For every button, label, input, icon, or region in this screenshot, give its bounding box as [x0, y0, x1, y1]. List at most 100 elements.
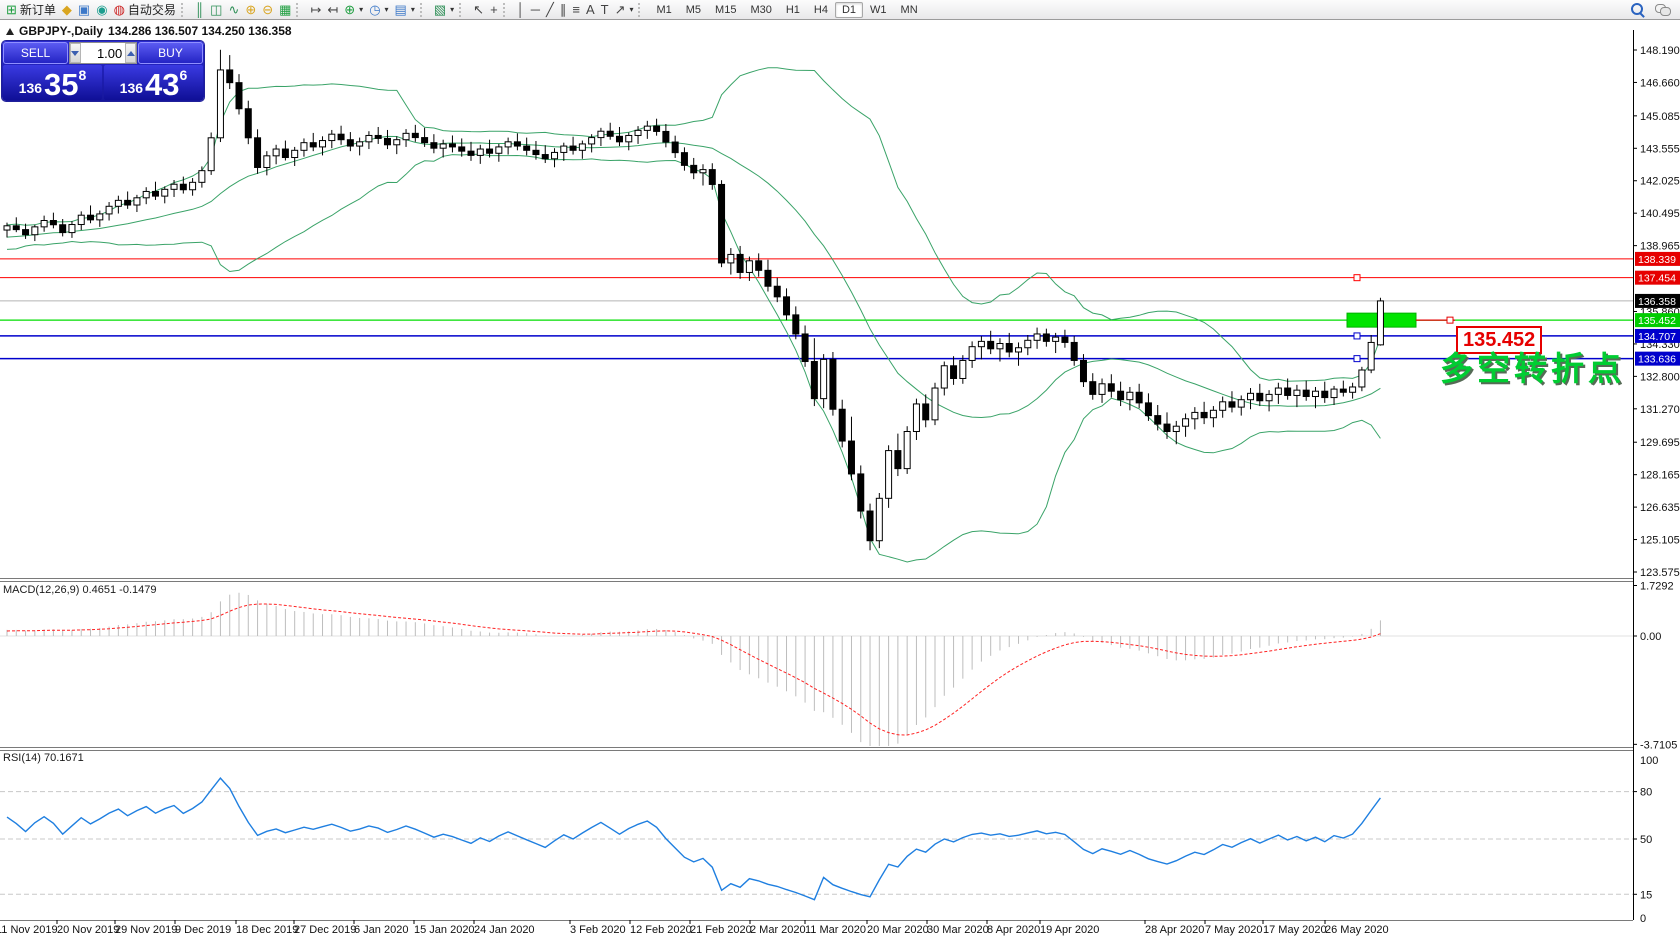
svg-text:135.452: 135.452: [1638, 315, 1676, 327]
arrows-button[interactable]: ↗ ▾: [612, 1, 637, 19]
templates-button[interactable]: ▤ ▾: [392, 1, 418, 19]
svg-text:15 Jan 2020: 15 Jan 2020: [414, 924, 475, 936]
chart-title-symbol: GBPJPY-,Daily: [19, 24, 103, 38]
sell-price-prefix: 136: [19, 81, 42, 95]
vertical-line-button[interactable]: │: [514, 1, 528, 19]
svg-text:143.555: 143.555: [1640, 143, 1680, 155]
lot-increase-button[interactable]: [125, 43, 136, 63]
autoscroll-icon: ↦: [310, 3, 321, 16]
market-button[interactable]: ◆: [59, 1, 75, 19]
fibonacci-button[interactable]: ≡: [569, 1, 583, 19]
svg-text:0.00: 0.00: [1640, 631, 1661, 643]
sell-price-display[interactable]: 136 35 8: [3, 65, 102, 100]
autotrading-label: 自动交易: [128, 1, 176, 18]
svg-text:7 May 2020: 7 May 2020: [1205, 924, 1262, 936]
signals-button[interactable]: ◉: [93, 1, 110, 19]
channel-icon: ∥: [560, 3, 567, 16]
timeframe-m15[interactable]: M15: [708, 2, 743, 18]
buy-button[interactable]: BUY: [138, 42, 203, 64]
zoom-in-button[interactable]: ⊕: [242, 1, 259, 19]
timeframe-h1[interactable]: H1: [779, 2, 807, 18]
bar-chart-button[interactable]: ║: [192, 1, 207, 19]
svg-text:131.270: 131.270: [1640, 404, 1680, 416]
timeframe-m5[interactable]: M5: [679, 2, 708, 18]
svg-text:138.339: 138.339: [1638, 254, 1676, 266]
crosshair-icon: +: [490, 3, 498, 16]
new-order-button[interactable]: ⊞ 新订单: [3, 1, 59, 19]
toolbar-grip: [638, 3, 645, 17]
tile-windows-icon: ▦: [279, 3, 291, 16]
autoscroll-button[interactable]: ↦: [307, 1, 324, 19]
buy-price-display[interactable]: 136 43 6: [104, 65, 203, 100]
toolbar-grip: [503, 3, 510, 17]
horizontal-line-button[interactable]: ─: [528, 1, 543, 19]
fibonacci-icon: ≡: [572, 3, 580, 16]
periods-button[interactable]: ◷ ▾: [366, 1, 391, 19]
timeframe-m30[interactable]: M30: [743, 2, 778, 18]
dropdown-arrow-icon: ▾: [629, 5, 633, 14]
template-icon: ▤: [395, 3, 407, 16]
one-click-trading-panel: SELL BUY 136 35 8 136 43 6: [2, 41, 204, 101]
timeframe-w1[interactable]: W1: [863, 2, 894, 18]
terminal-icon: ▣: [78, 3, 90, 16]
svg-text:133.636: 133.636: [1638, 354, 1676, 366]
sell-button[interactable]: SELL: [3, 42, 68, 64]
svg-text:24 Jan 2020: 24 Jan 2020: [474, 924, 535, 936]
timeframe-mn[interactable]: MN: [894, 2, 925, 18]
symbol-triangle-icon: [6, 28, 14, 35]
svg-text:18 Dec 2019: 18 Dec 2019: [236, 924, 298, 936]
tile-windows-button[interactable]: ▦: [276, 1, 294, 19]
svg-text:125.105: 125.105: [1640, 535, 1680, 547]
arrows-icon: ↗: [615, 3, 626, 16]
lot-size-input[interactable]: [81, 43, 126, 63]
svg-text:129.695: 129.695: [1640, 437, 1680, 449]
dropdown-arrow-icon: ▾: [359, 5, 363, 14]
search-button[interactable]: [1631, 3, 1645, 17]
candlestick-chart-button[interactable]: ◫: [207, 1, 225, 19]
community-chat-button[interactable]: [1655, 4, 1671, 16]
svg-text:20 Nov 2019: 20 Nov 2019: [57, 924, 119, 936]
svg-text:136.358: 136.358: [1638, 296, 1676, 308]
timeframe-h4[interactable]: H4: [807, 2, 835, 18]
svg-text:21 Feb 2020: 21 Feb 2020: [690, 924, 752, 936]
rsi-label: RSI(14) 70.1671: [3, 752, 84, 764]
timeframe-d1[interactable]: D1: [835, 2, 863, 18]
svg-text:12 Feb 2020: 12 Feb 2020: [630, 924, 692, 936]
zoom-in-icon: ⊕: [245, 3, 256, 16]
crosshair-button[interactable]: +: [487, 1, 501, 19]
chart-shift-button[interactable]: ↤: [324, 1, 341, 19]
horizontal-line-icon: ─: [531, 3, 540, 16]
chart-canvas[interactable]: 148.190146.660145.085143.555142.025140.4…: [0, 20, 1680, 942]
svg-text:-3.7105: -3.7105: [1640, 739, 1677, 751]
buy-price-pip: 6: [180, 67, 188, 83]
line-chart-button[interactable]: ∿: [225, 1, 242, 19]
lot-decrease-button[interactable]: [70, 43, 81, 63]
vertical-line-icon: │: [517, 3, 525, 16]
bar-chart-icon: ║: [195, 3, 204, 16]
timeframe-m1[interactable]: M1: [649, 2, 678, 18]
trendline-button[interactable]: ╱: [543, 1, 557, 19]
svg-text:132.800: 132.800: [1640, 371, 1680, 383]
indicators-button[interactable]: ⊕ ▾: [341, 1, 366, 19]
svg-text:1.7292: 1.7292: [1640, 581, 1674, 593]
lot-size-control: [69, 42, 137, 64]
chart-profile-button[interactable]: ▧ ▾: [431, 1, 457, 19]
dropdown-arrow-icon: ▾: [385, 5, 389, 14]
terminal-button[interactable]: ▣: [75, 1, 93, 19]
autotrading-button[interactable]: ◍ 自动交易: [111, 1, 179, 19]
svg-text:148.190: 148.190: [1640, 45, 1680, 57]
svg-text:30 Mar 2020: 30 Mar 2020: [927, 924, 989, 936]
sell-price-main: 35: [44, 72, 78, 98]
svg-text:9 Dec 2019: 9 Dec 2019: [175, 924, 231, 936]
svg-text:3 Feb 2020: 3 Feb 2020: [570, 924, 626, 936]
chevron-up-icon: [127, 51, 135, 56]
text-button[interactable]: A: [583, 1, 598, 19]
text-label-button[interactable]: T: [598, 1, 612, 19]
svg-text:17 May 2020: 17 May 2020: [1263, 924, 1327, 936]
svg-text:126.635: 126.635: [1640, 502, 1680, 514]
cursor-button[interactable]: ↖: [470, 1, 487, 19]
channel-button[interactable]: ∥: [557, 1, 570, 19]
gold-bars-icon: ◆: [62, 3, 72, 16]
svg-text:138.965: 138.965: [1640, 241, 1680, 253]
zoom-out-button[interactable]: ⊖: [259, 1, 276, 19]
